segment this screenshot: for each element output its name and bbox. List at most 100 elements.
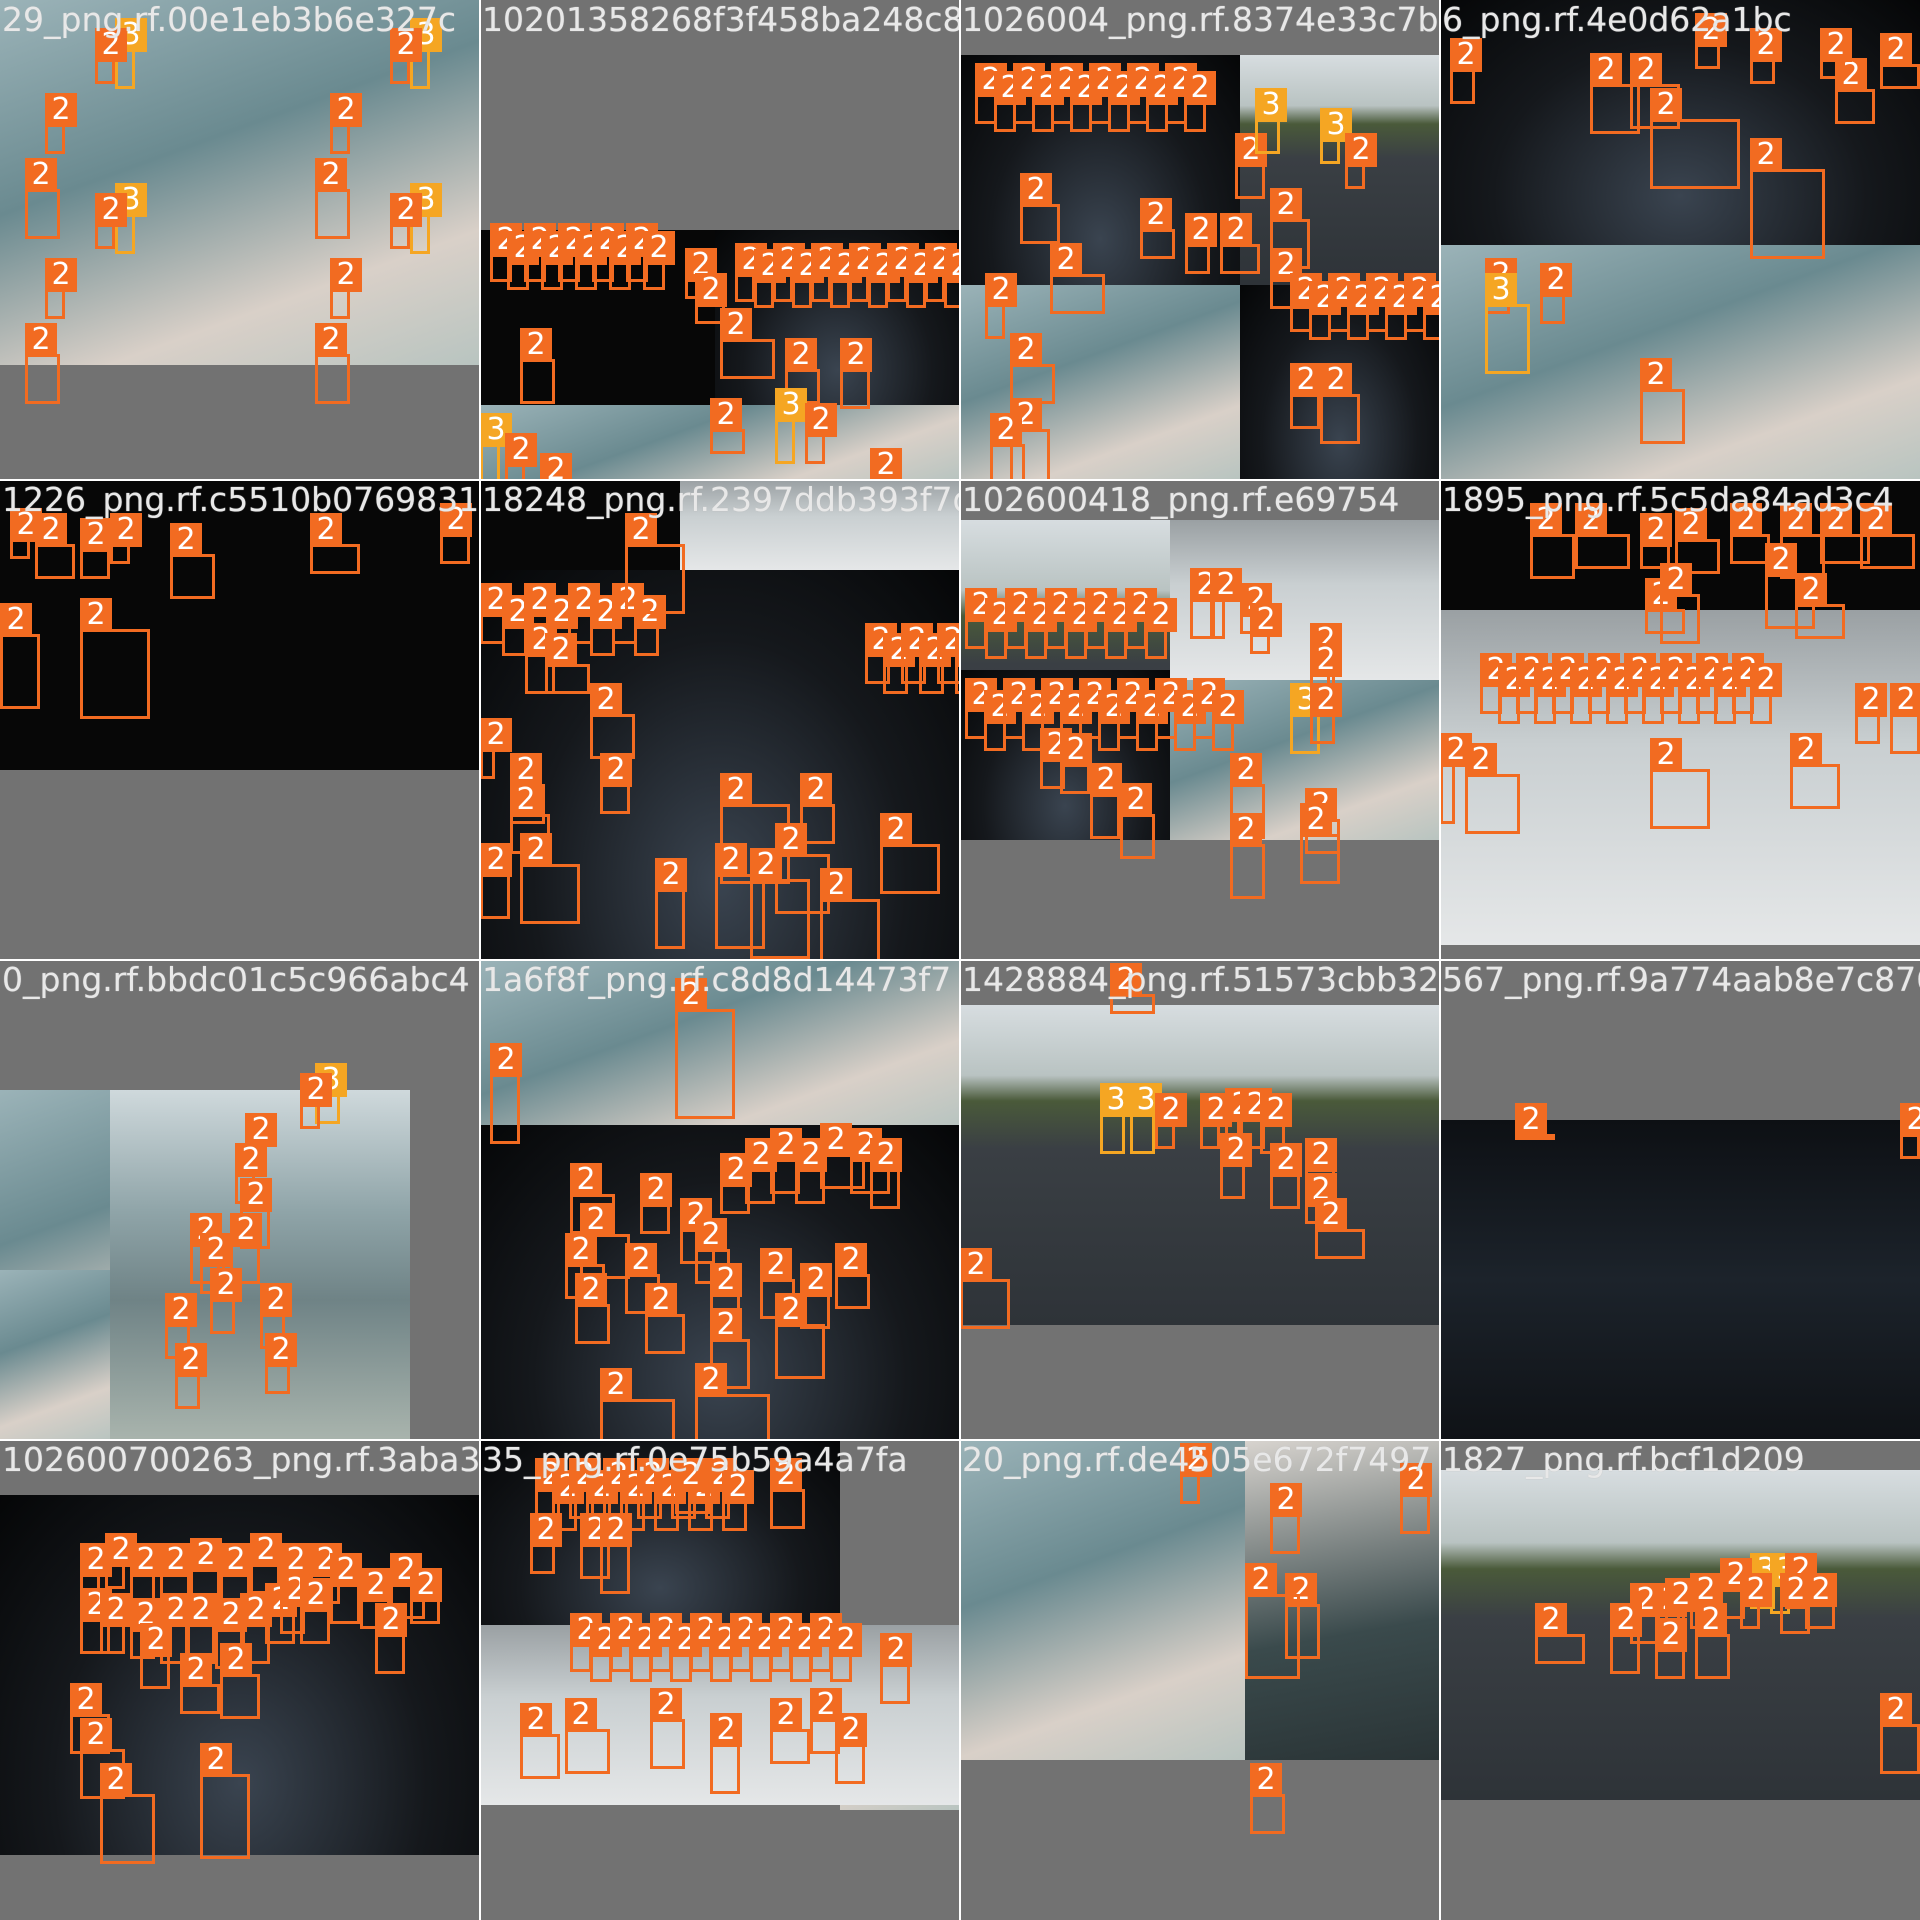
class-label: 2 bbox=[70, 1683, 102, 1717]
detection-box: 2 bbox=[1155, 1093, 1187, 1149]
mosaic-tile: 2 2 2 2 2 2 2 2 2 1226_png.rf.c5510b0769831 bbox=[0, 480, 480, 960]
class-label: 2 bbox=[1860, 503, 1892, 537]
detection-box: 2 bbox=[1220, 1133, 1252, 1199]
detection-box: 2 bbox=[1290, 363, 1322, 429]
detection-box: 2 bbox=[330, 1553, 362, 1624]
detection-box: 2 bbox=[1270, 1483, 1302, 1554]
class-label: 2 bbox=[140, 1623, 172, 1657]
class-label: 2 bbox=[1675, 508, 1707, 542]
detection-box: 2 bbox=[1145, 598, 1177, 659]
class-label: 2 bbox=[1110, 963, 1142, 997]
detection-box: 2 bbox=[1730, 503, 1770, 564]
class-label: 2 bbox=[130, 1543, 162, 1577]
detection-box: 2 bbox=[600, 1368, 675, 1440]
detection-box: 2 bbox=[1125, 588, 1157, 649]
class-label: 2 bbox=[710, 1713, 742, 1747]
detection-box: 2 bbox=[1750, 28, 1782, 84]
class-label: 2 bbox=[1400, 1463, 1432, 1497]
detection-box: 2 bbox=[1025, 598, 1057, 659]
grid-divider bbox=[0, 959, 1920, 961]
class-label: 2 bbox=[1250, 603, 1282, 637]
class-label: 2 bbox=[1450, 38, 1482, 72]
detection-box: 2 bbox=[480, 843, 512, 919]
class-label: 2 bbox=[1535, 1603, 1567, 1637]
class-label: 2 bbox=[695, 1363, 727, 1397]
detection-box: 2 bbox=[570, 1613, 602, 1672]
detection-box: 2 bbox=[265, 1333, 297, 1394]
class-label: 2 bbox=[1090, 763, 1122, 797]
detection-box: 2 bbox=[1515, 1103, 1555, 1140]
class-label: 2 bbox=[375, 1603, 407, 1637]
detection-box: 2 bbox=[505, 433, 537, 480]
detection-box: 2 bbox=[1440, 733, 1472, 824]
class-label: 2 bbox=[1184, 71, 1216, 105]
detection-box: 2 bbox=[1020, 173, 1060, 244]
detection-box: 2 bbox=[835, 1243, 870, 1309]
class-label: 2 bbox=[310, 513, 342, 547]
class-label: 2 bbox=[1805, 1573, 1837, 1607]
class-label: 2 bbox=[1650, 738, 1682, 772]
class-label: 2 bbox=[1640, 358, 1672, 392]
class-label: 2 bbox=[650, 1688, 682, 1722]
detection-box: 2 bbox=[390, 28, 422, 84]
class-label: 2 bbox=[1185, 213, 1217, 247]
class-label: 2 bbox=[1300, 803, 1332, 837]
detection-box: 2 bbox=[805, 403, 837, 464]
class-label: 2 bbox=[505, 433, 537, 467]
mosaic-tile: 22222222222222222222222222222222221895_p… bbox=[1440, 480, 1920, 960]
detection-box: 2 bbox=[310, 513, 360, 574]
detection-box: 2 bbox=[960, 1248, 1010, 1329]
class-label: 2 bbox=[300, 1073, 332, 1107]
class-label: 2 bbox=[1060, 733, 1092, 767]
detection-box: 2 bbox=[790, 1623, 822, 1682]
class-label: 2 bbox=[200, 1233, 232, 1267]
detection-box: 2 bbox=[1465, 743, 1520, 834]
scene-image bbox=[1440, 1120, 1920, 1440]
class-label: 2 bbox=[1750, 28, 1782, 62]
class-label: 2 bbox=[1345, 133, 1377, 167]
class-label: 2 bbox=[1465, 743, 1497, 777]
class-label: 2 bbox=[25, 158, 57, 192]
mosaic-tile: 2222222222222222222222222222232322210201… bbox=[480, 0, 960, 480]
class-label: 2 bbox=[1640, 513, 1672, 547]
detection-box: 2 bbox=[1695, 13, 1727, 69]
class-label: 2 bbox=[1650, 88, 1682, 122]
class-label: 2 bbox=[95, 193, 127, 227]
class-label: 2 bbox=[1310, 683, 1342, 717]
grid-divider bbox=[1439, 0, 1441, 1920]
class-label: 2 bbox=[1245, 1563, 1277, 1597]
class-label: 2 bbox=[1230, 813, 1262, 847]
detection-box: 2 bbox=[545, 633, 590, 694]
detection-box: 2 bbox=[754, 249, 786, 308]
detection-box: 2 bbox=[1855, 683, 1887, 744]
detection-box: 2 bbox=[100, 1763, 155, 1864]
class-label: 2 bbox=[1270, 1143, 1302, 1177]
detection-box: 2 bbox=[330, 258, 362, 319]
grid-divider bbox=[0, 1439, 1920, 1441]
detection-box: 2 bbox=[1860, 503, 1915, 569]
mosaic-tile: 2222222222222222222222222222222102600700… bbox=[0, 1440, 480, 1920]
class-label: 2 bbox=[1220, 1133, 1252, 1167]
detection-box: 2 bbox=[520, 328, 555, 404]
class-label: 2 bbox=[1305, 1138, 1337, 1172]
class-label: 2 bbox=[175, 1343, 207, 1377]
class-label: 2 bbox=[1250, 1763, 1282, 1797]
detection-box: 2 bbox=[634, 595, 666, 656]
class-label: 2 bbox=[1530, 503, 1562, 537]
detection-box: 2 bbox=[1345, 133, 1377, 189]
class-label: 2 bbox=[1880, 1693, 1912, 1727]
class-label: 2 bbox=[200, 1743, 232, 1777]
class-label: 3 bbox=[775, 388, 807, 422]
class-label: 2 bbox=[695, 273, 727, 307]
detection-box: 2 bbox=[944, 249, 960, 308]
detection-box: 2 bbox=[750, 1623, 782, 1682]
class-label: 2 bbox=[640, 1173, 672, 1207]
class-label: 2 bbox=[1855, 683, 1887, 717]
detection-box: 2 bbox=[770, 1698, 810, 1764]
detection-box: 2 bbox=[1185, 213, 1217, 274]
detection-box: 2 bbox=[1610, 1603, 1642, 1674]
detection-box: 2 bbox=[880, 1633, 912, 1704]
detection-box: 2 bbox=[840, 338, 872, 409]
detection-box: 2 bbox=[835, 1713, 867, 1784]
mosaic-tile: 2222222222222222222223322222222222222221… bbox=[960, 0, 1440, 480]
